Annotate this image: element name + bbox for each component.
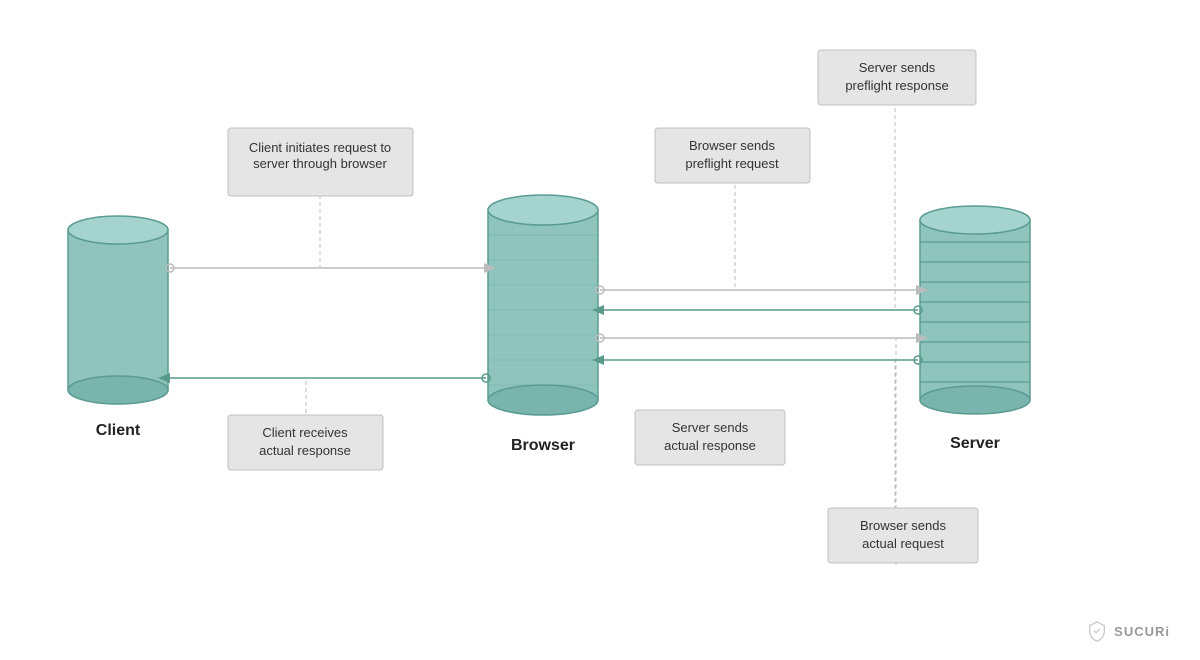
svg-text:actual response: actual response	[664, 438, 756, 453]
sucuri-logo: SUCURi	[1086, 620, 1170, 642]
sucuri-brand-text: SUCURi	[1114, 624, 1170, 639]
ann2-text: Browser sends	[689, 138, 775, 153]
browser-label: Browser	[511, 437, 575, 454]
svg-text:preflight response: preflight response	[845, 78, 948, 93]
ann6-text: Browser sends	[860, 518, 946, 533]
ann5-text: Server sends	[672, 420, 749, 435]
sucuri-icon	[1086, 620, 1108, 642]
ann4-text: Client receives	[262, 425, 348, 440]
ann1-text: Client initiates request to	[249, 140, 391, 155]
svg-text:preflight request: preflight request	[685, 156, 779, 171]
ann3-text: Server sends	[859, 60, 936, 75]
svg-text:actual request: actual request	[862, 536, 944, 551]
svg-text:actual response: actual response	[259, 443, 351, 458]
server-label: Server	[950, 435, 1000, 452]
diagram-container: Client Browser Server	[0, 0, 1200, 660]
diagram-svg: Client Browser Server	[0, 0, 1200, 660]
client-label: Client	[96, 422, 141, 439]
svg-text:server through browser: server through browser	[253, 156, 387, 171]
